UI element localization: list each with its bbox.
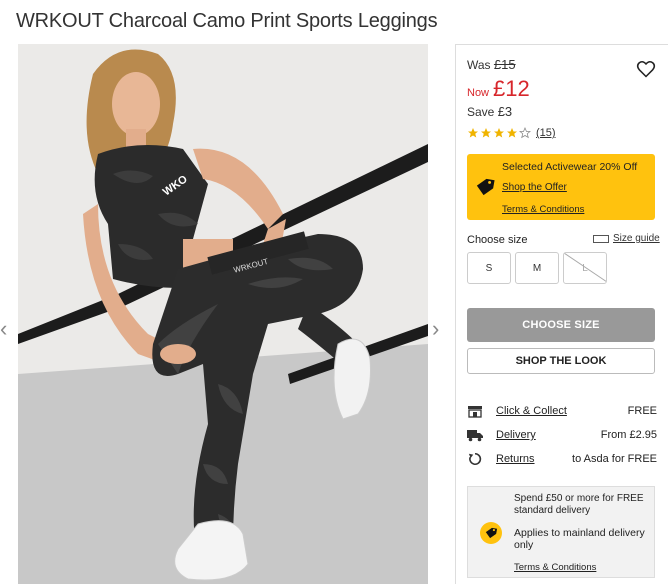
spend-terms-link[interactable]: Terms & Conditions <box>514 562 596 573</box>
offer-terms-link[interactable]: Terms & Conditions <box>502 204 584 215</box>
was-label: Was <box>467 58 491 72</box>
product-image[interactable]: WKO WRKOUT <box>18 44 428 584</box>
shop-the-look-button[interactable]: SHOP THE LOOK <box>467 348 655 374</box>
offer-title: Selected Activewear 20% Off <box>502 161 638 173</box>
offer-banner: Selected Activewear 20% Off Shop the Off… <box>467 154 655 220</box>
save-price: Save £3 <box>467 104 530 119</box>
star-rating[interactable]: (15) <box>467 127 556 139</box>
product-panel: Was £15 Now £12 Save £3 (15) Selected Ac… <box>455 44 668 584</box>
choose-size-label: Choose size <box>467 234 528 246</box>
size-options: S M L <box>467 252 607 284</box>
delivery-row-click-collect: Click & Collect FREE <box>467 399 657 423</box>
click-collect-link[interactable]: Click & Collect <box>496 405 628 417</box>
delivery-value: From £2.95 <box>600 429 657 441</box>
star-empty-icon <box>519 127 531 139</box>
chevron-left-icon[interactable]: ‹ <box>0 318 12 340</box>
star-filled-icon <box>481 128 491 138</box>
rating-count[interactable]: (15) <box>536 127 556 139</box>
save-label: Save <box>467 105 495 119</box>
size-option-l[interactable]: L <box>563 252 607 284</box>
ruler-icon <box>593 234 609 243</box>
delivery-tag-icon <box>480 522 502 544</box>
truck-icon <box>467 430 483 442</box>
shop-offer-link[interactable]: Shop the Offer <box>502 182 567 193</box>
size-option-s[interactable]: S <box>467 252 511 284</box>
delivery-row-delivery: Delivery From £2.95 <box>467 423 657 447</box>
now-price: Now £12 <box>467 76 530 102</box>
was-value: £15 <box>493 57 516 72</box>
product-title: WRKOUT Charcoal Camo Print Sports Leggin… <box>16 10 438 32</box>
returns-link[interactable]: Returns <box>496 453 572 465</box>
save-value: £3 <box>497 104 513 119</box>
star-filled-icon <box>468 128 478 138</box>
delivery-options: Click & Collect FREE Delivery From £2.95 <box>467 399 657 471</box>
spend-headline: Spend £50 or more for FREE standard deli… <box>514 493 644 516</box>
heart-icon[interactable] <box>636 59 656 79</box>
price-block: Was £15 Now £12 Save £3 <box>467 57 530 119</box>
was-price: Was £15 <box>467 57 530 72</box>
product-page: WRKOUT Charcoal Camo Print Sports Leggin… <box>0 0 668 584</box>
choose-size-button[interactable]: CHOOSE SIZE <box>467 308 655 342</box>
size-guide-link[interactable]: Size guide <box>593 233 660 244</box>
click-collect-value: FREE <box>627 405 657 417</box>
spend-note: Applies to mainland delivery only <box>514 527 645 551</box>
now-value: £12 <box>493 76 530 101</box>
size-guide-label: Size guide <box>613 233 660 244</box>
returns-icon <box>468 452 482 466</box>
star-filled-icon <box>507 128 517 138</box>
now-label: Now <box>467 87 490 99</box>
star-filled-icon <box>494 128 504 138</box>
delivery-row-returns: Returns to Asda for FREE <box>467 447 657 471</box>
delivery-link[interactable]: Delivery <box>496 429 601 441</box>
returns-value: to Asda for FREE <box>572 453 657 465</box>
chevron-right-icon[interactable]: › <box>432 318 444 340</box>
free-delivery-info: Spend £50 or more for FREE standard deli… <box>467 486 655 578</box>
store-icon <box>468 406 482 418</box>
size-option-m[interactable]: M <box>515 252 559 284</box>
price-tag-icon <box>476 178 495 196</box>
product-photo: WKO WRKOUT <box>18 44 428 584</box>
